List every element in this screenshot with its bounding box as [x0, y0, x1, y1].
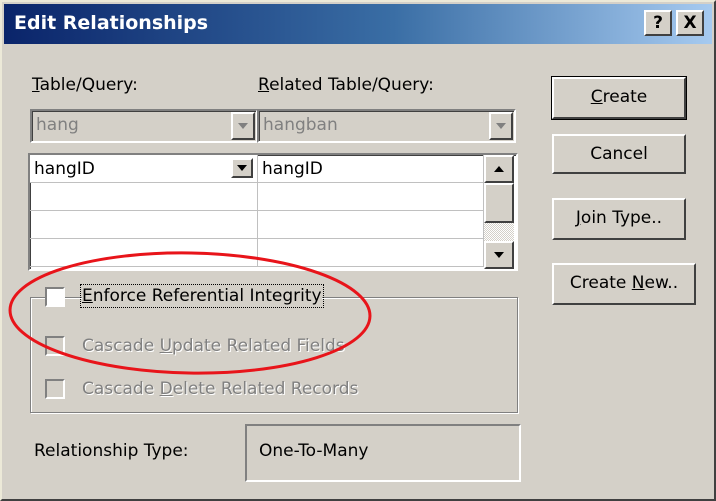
cancel-button[interactable]: Cancel [552, 134, 686, 174]
cascade-update-checkbox [45, 336, 65, 356]
enforce-integrity-checkbox[interactable] [45, 287, 65, 307]
create-button[interactable]: Create [551, 76, 687, 120]
scroll-thumb[interactable] [484, 183, 514, 223]
grid-cell[interactable] [258, 211, 484, 239]
grid-cell[interactable] [258, 183, 484, 211]
table-combo-dropdown-icon [231, 112, 255, 140]
related-combo-dropdown-icon [489, 112, 513, 140]
relationship-type-value: One-To-Many [259, 441, 369, 461]
join-type-button[interactable]: Join Type.. [552, 198, 686, 240]
grid-scrollbar[interactable] [484, 155, 514, 269]
grid-cell[interactable] [258, 239, 484, 267]
create-new-button[interactable]: Create New.. [552, 263, 696, 305]
field-grid[interactable]: hangID hangID [28, 153, 518, 271]
table-query-combo: hang [30, 109, 258, 143]
table-query-label: Table/Query: [32, 75, 138, 95]
grid-cell[interactable] [30, 239, 258, 267]
cascade-delete-label: Cascade Delete Related Records [82, 379, 359, 399]
related-table-query-combo: hangban [257, 109, 516, 143]
grid-cell-table-field[interactable]: hangID [30, 155, 258, 183]
grid-cell[interactable] [30, 211, 258, 239]
enforce-integrity-label[interactable]: Enforce Referential Integrity [80, 284, 324, 308]
related-table-query-label: Related Table/Query: [258, 75, 434, 95]
relationship-type-label: Relationship Type: [34, 441, 189, 461]
relationship-type-value-box: One-To-Many [245, 424, 521, 482]
grid-cell-related-field[interactable]: hangID [258, 155, 484, 183]
scroll-up-icon[interactable] [484, 155, 514, 183]
scroll-down-icon[interactable] [484, 241, 514, 269]
dialog-title: Edit Relationships [14, 12, 209, 34]
close-button[interactable]: X [676, 10, 704, 36]
help-button[interactable]: ? [644, 10, 672, 36]
cascade-update-label: Cascade Update Related Fields [82, 336, 345, 356]
grid-cell[interactable] [30, 183, 258, 211]
title-bar[interactable]: Edit Relationships ? X [4, 4, 712, 44]
cascade-delete-checkbox [45, 379, 65, 399]
field-dropdown-icon[interactable] [231, 158, 253, 178]
